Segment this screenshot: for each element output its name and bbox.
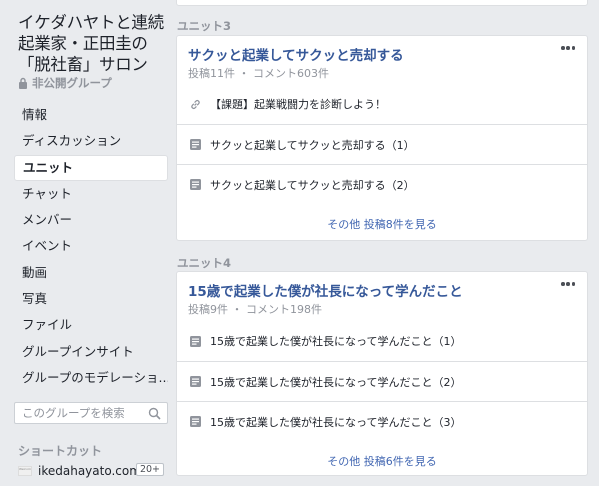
nav-item-members[interactable]: メンバー — [14, 207, 168, 233]
unit-post-item[interactable]: サクッと起業してサクッと売却する（1） — [177, 124, 587, 164]
unit-meta: 投稿9件 ・ コメント198件 — [188, 303, 322, 316]
unit-post-item[interactable]: 【課題】起業戦闘力を診断しよう！ — [177, 84, 587, 124]
nav-item-videos[interactable]: 動画 — [14, 260, 168, 286]
more-options-icon[interactable] — [561, 46, 575, 52]
nav-item-discussion[interactable]: ディスカッション — [14, 128, 168, 154]
shortcut-label: ikedahayato.com — [38, 464, 141, 478]
previous-card-partial — [176, 0, 588, 6]
post-icon — [190, 179, 201, 190]
unit3-section-label: ユニット3 — [177, 19, 232, 33]
lock-icon — [19, 77, 27, 89]
see-more-posts-link[interactable]: その他 投稿8件を見る — [177, 216, 587, 232]
post-icon — [190, 416, 201, 427]
privacy-label: 非公開グループ — [18, 75, 112, 91]
shortcut-item[interactable]: Welcome ikedahayato.com 20+ — [18, 463, 168, 478]
nav-item-chat[interactable]: チャット — [14, 181, 168, 207]
unit-card: サクッと起業してサクッと売却する 投稿11件 ・ コメント603件 【課題】起業… — [176, 35, 588, 241]
see-more-posts-link[interactable]: その他 投稿6件を見る — [177, 453, 587, 469]
nav-item-photos[interactable]: 写真 — [14, 286, 168, 312]
unit-post-item[interactable]: サクッと起業してサクッと売却する（2） — [177, 164, 587, 204]
post-title: サクッと起業してサクッと売却する（1） — [210, 138, 415, 152]
unit-meta: 投稿11件 ・ コメント603件 — [188, 67, 329, 80]
post-icon — [190, 139, 201, 150]
shortcut-thumbnail: Welcome — [18, 466, 32, 476]
shortcut-count-badge: 20+ — [135, 463, 164, 476]
post-title: サクッと起業してサクッと売却する（2） — [210, 178, 415, 192]
post-icon — [190, 376, 201, 387]
unit-post-item[interactable]: 15歳で起業した僕が社長になって学んだこと（2） — [177, 361, 587, 401]
left-sidebar: イケダハヤトと連続起業家・正田圭の「脱社畜」サロン 非公開グループ 情報 ディス… — [0, 0, 176, 486]
search-icon[interactable] — [148, 407, 161, 420]
unit-title[interactable]: サクッと起業してサクッと売却する — [188, 44, 404, 64]
post-icon — [190, 335, 201, 347]
nav-item-events[interactable]: イベント — [14, 233, 168, 259]
unit-post-item[interactable]: 15歳で起業した僕が社長になって学んだこと（3） — [177, 401, 587, 441]
nav-item-insights[interactable]: グループインサイト — [14, 339, 168, 365]
unit-title[interactable]: 15歳で起業した僕が社長になって学んだこと — [188, 280, 463, 300]
shortcuts-heading: ショートカット — [18, 444, 103, 458]
group-nav: 情報 ディスカッション ユニット チャット メンバー イベント 動画 写真 ファ… — [14, 102, 168, 391]
post-title: 【課題】起業戦闘力を診断しよう！ — [210, 98, 386, 111]
unit-post-item[interactable]: 15歳で起業した僕が社長になって学んだこと（1） — [177, 321, 587, 361]
more-options-icon[interactable] — [561, 282, 575, 288]
privacy-text: 非公開グループ — [32, 76, 112, 90]
nav-item-units[interactable]: ユニット — [14, 154, 168, 181]
group-title[interactable]: イケダハヤトと連続起業家・正田圭の「脱社畜」サロン — [18, 12, 174, 75]
unit4-section-label: ユニット4 — [177, 256, 232, 270]
group-search-input[interactable] — [22, 406, 142, 420]
nav-item-moderation[interactable]: グループのモデレーショ... — [14, 365, 168, 391]
link-icon — [191, 99, 200, 109]
nav-item-info[interactable]: 情報 — [14, 102, 168, 128]
post-title: 15歳で起業した僕が社長になって学んだこと（3） — [210, 415, 462, 429]
unit-card: 15歳で起業した僕が社長になって学んだこと 投稿9件 ・ コメント198件 15… — [176, 271, 588, 476]
post-title: 15歳で起業した僕が社長になって学んだこと（1） — [210, 335, 462, 348]
post-title: 15歳で起業した僕が社長になって学んだこと（2） — [210, 375, 462, 389]
nav-item-files[interactable]: ファイル — [14, 312, 168, 338]
group-search — [14, 402, 168, 424]
